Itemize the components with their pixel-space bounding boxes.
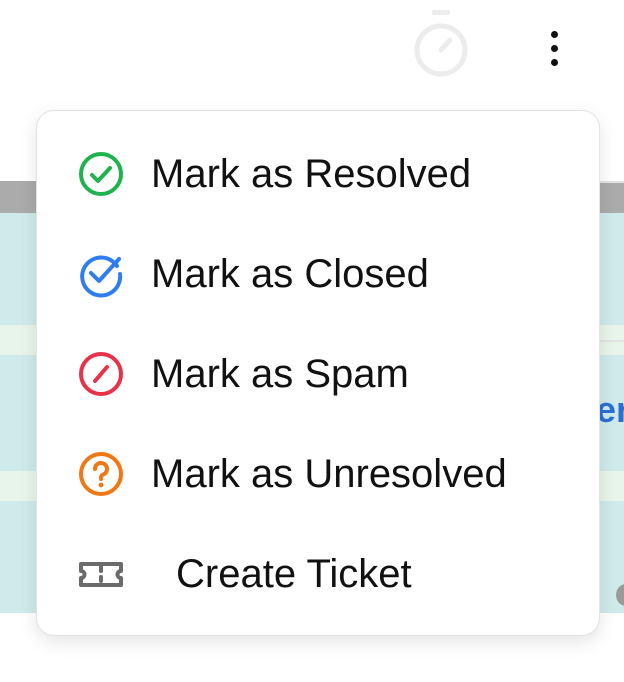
menu-item-label: Create Ticket — [176, 552, 412, 596]
actions-dropdown-menu: Mark as Resolved Mark as Closed Mark as … — [36, 110, 600, 636]
menu-item-label: Mark as Unresolved — [151, 452, 507, 496]
page: er Mark as Resolved Mark as Closed Mark … — [0, 0, 624, 682]
menu-item-mark-spam[interactable]: Mark as Spam — [37, 324, 599, 424]
menu-item-mark-unresolved[interactable]: Mark as Unresolved — [37, 424, 599, 524]
menu-item-label: Mark as Spam — [151, 352, 409, 396]
menu-item-create-ticket[interactable]: Create Ticket — [37, 524, 599, 624]
kebab-dot — [550, 58, 558, 66]
menu-item-mark-closed[interactable]: Mark as Closed — [37, 224, 599, 324]
toolbar — [0, 0, 624, 110]
kebab-dot — [550, 44, 558, 52]
kebab-dot — [550, 30, 558, 38]
block-icon — [77, 350, 125, 398]
menu-item-mark-resolved[interactable]: Mark as Resolved — [37, 124, 599, 224]
ticket-icon — [77, 550, 125, 598]
timer-icon[interactable] — [410, 8, 472, 80]
divider — [600, 340, 624, 342]
row-link-text[interactable]: er — [596, 392, 624, 428]
divider — [600, 181, 624, 183]
check-badge-icon — [77, 250, 125, 298]
check-circle-icon — [77, 150, 125, 198]
more-options-icon[interactable] — [532, 22, 576, 74]
menu-item-label: Mark as Resolved — [151, 152, 472, 196]
menu-item-label: Mark as Closed — [151, 252, 429, 296]
question-circle-icon — [77, 450, 125, 498]
